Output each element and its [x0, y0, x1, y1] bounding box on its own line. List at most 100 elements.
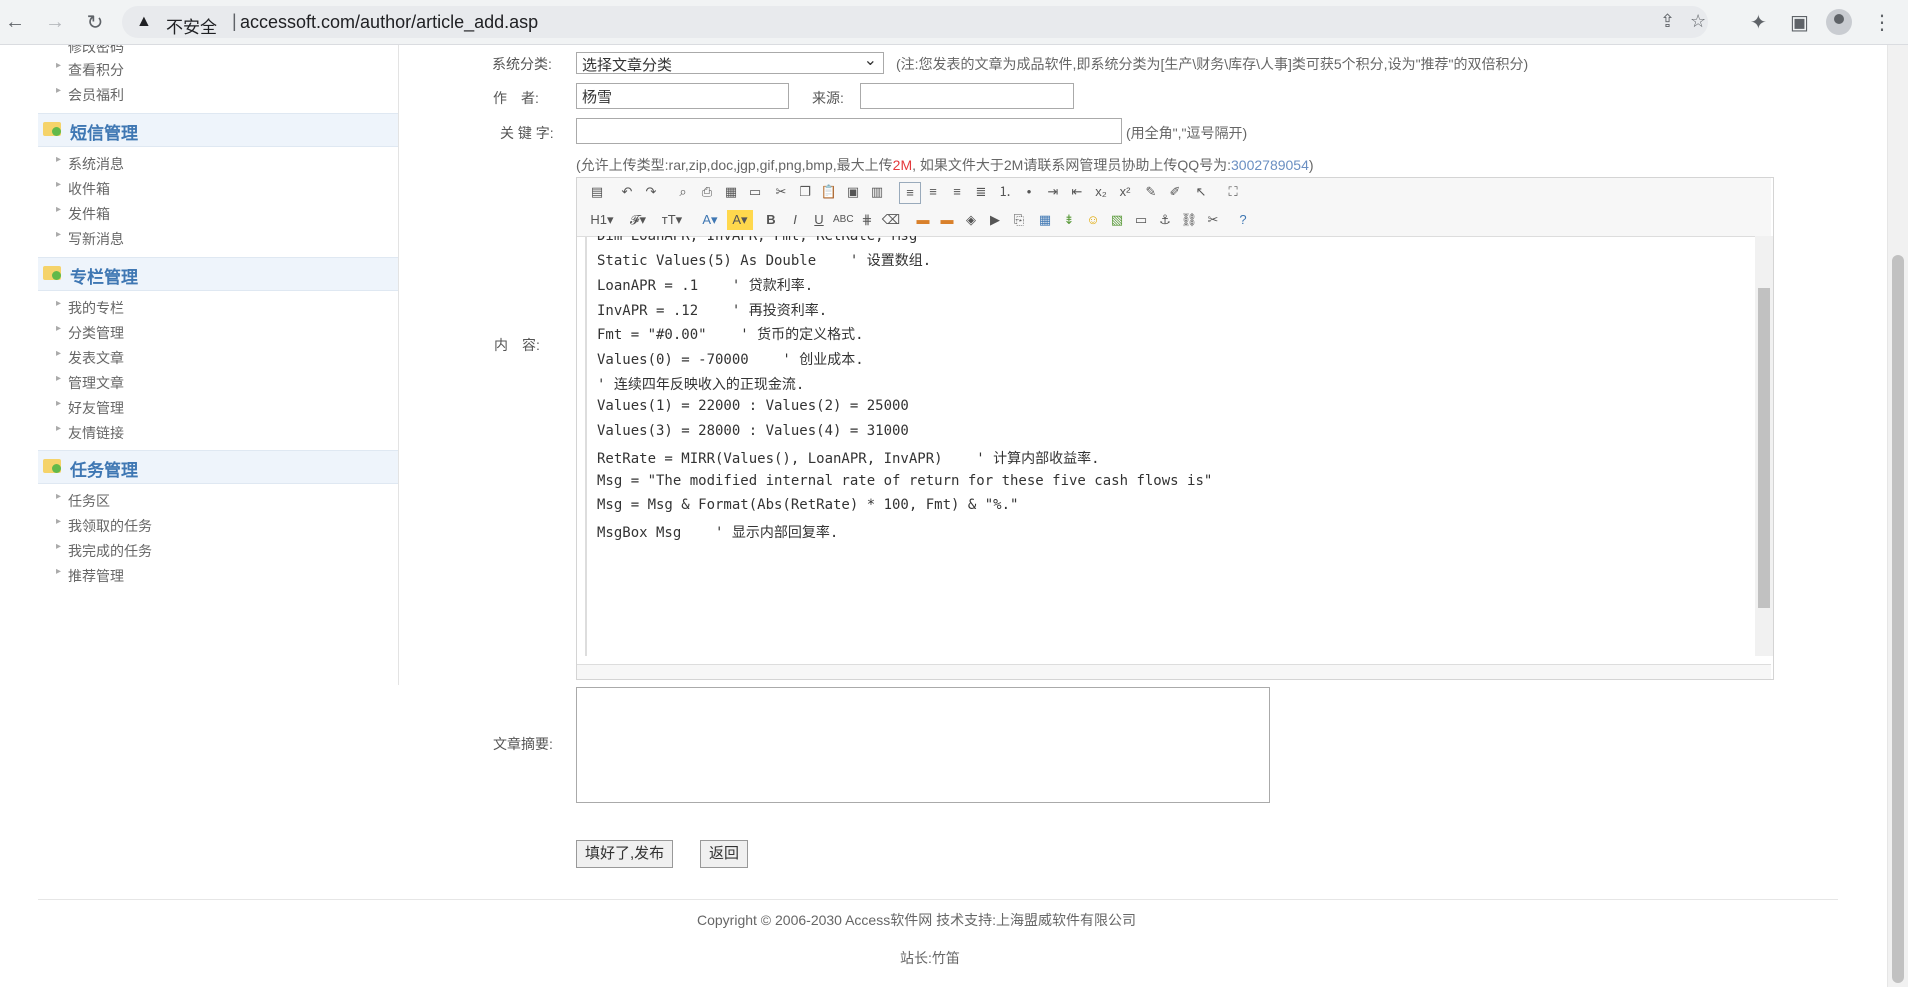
sidebar-item-recommend[interactable]: 推荐管理 — [56, 566, 124, 586]
code-icon[interactable]: ▭ — [745, 182, 765, 202]
sidebar-item-friends[interactable]: 好友管理 — [56, 398, 124, 418]
editor-resize-handle[interactable] — [577, 664, 1771, 679]
address-bar[interactable]: ▲ 不安全 | accessoft.com/author/article_add… — [122, 6, 1708, 38]
content-editor[interactable]: ▤ ↶ ↷ ⌕ ⎙ ▦ ▭ ✂ ❐ 📋 ▣ ▥ ≡ ≡ ≡ ≣ ⒈ • ⇥ ⇤ … — [576, 177, 1774, 680]
align-center-icon[interactable]: ≡ — [923, 182, 943, 202]
paste-text-icon[interactable]: ▣ — [843, 182, 863, 202]
sidebar-item-new-message[interactable]: 写新消息 — [56, 229, 124, 249]
justify-icon[interactable]: ≣ — [971, 182, 991, 202]
back-icon[interactable]: ← — [2, 9, 28, 35]
undo-icon[interactable]: ↶ — [617, 182, 637, 202]
line-height-icon[interactable]: ⋕ — [857, 210, 877, 230]
section-header-columns[interactable]: 专栏管理 — [38, 257, 398, 291]
warning-icon[interactable]: ▲ — [136, 13, 152, 31]
clear-format-icon[interactable]: ✎ — [1141, 182, 1161, 202]
share-icon[interactable]: ⇪ — [1660, 11, 1675, 32]
multi-image-icon[interactable]: ▬ — [937, 210, 957, 230]
sidebar-item-completed-tasks[interactable]: 我完成的任务 — [56, 541, 152, 561]
submit-button[interactable]: 填好了,发布 — [576, 840, 674, 868]
sidebar-item-my-column[interactable]: 我的专栏 — [56, 298, 124, 318]
sidebar-item-benefits[interactable]: 会员福利 — [56, 85, 124, 105]
sidebar-item-links[interactable]: 友情链接 — [56, 423, 124, 443]
editor-content[interactable]: Dim LoanAPR, InvAPR, Fmt, RetRate, Msg S… — [585, 236, 1747, 656]
paste-icon[interactable]: 📋 — [819, 182, 839, 202]
eraser-icon[interactable]: ⌫ — [881, 210, 901, 230]
security-label[interactable]: 不安全 — [166, 13, 217, 38]
forward-icon[interactable]: → — [42, 9, 68, 35]
table-icon[interactable]: ▦ — [1035, 210, 1055, 230]
menu-icon[interactable]: ⋮ — [1872, 10, 1892, 35]
reload-icon[interactable]: ↻ — [82, 9, 108, 35]
font-family-icon[interactable]: 𝓕▾ — [625, 210, 651, 230]
unlink-icon[interactable]: ✂ — [1203, 210, 1223, 230]
sidebar-item-change-password[interactable]: 修改密码 — [56, 45, 124, 57]
sidebar-item-manage-articles[interactable]: 管理文章 — [56, 373, 124, 393]
side-panel-icon[interactable]: ▣ — [1790, 10, 1809, 35]
page-scrollbar[interactable] — [1887, 45, 1908, 987]
cut-icon[interactable]: ✂ — [771, 182, 791, 202]
cursor-icon[interactable]: ↖ — [1191, 182, 1211, 202]
editor-scroll-thumb[interactable] — [1758, 288, 1770, 608]
sidebar-item-claimed-tasks[interactable]: 我领取的任务 — [56, 516, 152, 536]
align-right-icon[interactable]: ≡ — [947, 182, 967, 202]
heading-icon[interactable]: H1▾ — [587, 210, 617, 230]
gallery-icon[interactable]: ▧ — [1107, 210, 1127, 230]
italic-icon[interactable]: I — [785, 210, 805, 230]
font-color-icon[interactable]: A▾ — [697, 210, 723, 230]
author-input[interactable]: 杨雪 — [576, 83, 789, 109]
ordered-list-icon[interactable]: ⒈ — [995, 182, 1015, 202]
strikethrough-icon[interactable]: ABC — [833, 210, 854, 230]
font-size-icon[interactable]: тT▾ — [657, 210, 687, 230]
align-left-icon[interactable]: ≡ — [899, 182, 921, 204]
anchor-icon[interactable]: ⚓ — [1155, 210, 1175, 230]
section-header-tasks[interactable]: 任务管理 — [38, 450, 398, 484]
image-icon[interactable]: ▬ — [913, 210, 933, 230]
url-text[interactable]: accessoft.com/author/article_add.asp — [240, 12, 538, 33]
superscript-icon[interactable]: x² — [1115, 182, 1135, 202]
sidebar-item-points[interactable]: 查看积分 — [56, 60, 124, 80]
paste-word-icon[interactable]: ▥ — [867, 182, 887, 202]
print-icon[interactable]: ⎙ — [697, 182, 717, 202]
star-icon[interactable]: ☆ — [1690, 11, 1706, 32]
preview-icon[interactable]: ⌕ — [673, 182, 693, 202]
media-icon[interactable]: ▶ — [985, 210, 1005, 230]
sidebar-item-system-messages[interactable]: 系统消息 — [56, 154, 124, 174]
code-line: InvAPR = .12 ' 再投资利率. — [597, 303, 828, 319]
emoticon-icon[interactable]: ☺ — [1083, 210, 1103, 230]
link-icon[interactable]: ⛓ — [1179, 210, 1199, 230]
sidebar-item-inbox[interactable]: 收件箱 — [56, 179, 110, 199]
extensions-icon[interactable]: ✦ — [1750, 10, 1767, 35]
select-all-icon[interactable]: ✐ — [1165, 182, 1185, 202]
template-icon[interactable]: ▦ — [721, 182, 741, 202]
summary-textarea[interactable] — [576, 687, 1270, 803]
keywords-input[interactable] — [576, 118, 1122, 144]
profile-avatar[interactable] — [1826, 9, 1852, 35]
hr-icon[interactable]: ⇟ — [1059, 210, 1079, 230]
back-button[interactable]: 返回 — [700, 840, 749, 868]
copy-icon[interactable]: ❐ — [795, 182, 815, 202]
sidebar-item-outbox[interactable]: 发件箱 — [56, 204, 110, 224]
category-select[interactable]: 选择文章分类 — [576, 50, 884, 74]
redo-icon[interactable]: ↷ — [641, 182, 661, 202]
outdent-icon[interactable]: ⇤ — [1067, 182, 1087, 202]
bold-icon[interactable]: B — [761, 210, 781, 230]
fullscreen-icon[interactable]: ⛶ — [1223, 182, 1243, 202]
help-icon[interactable]: ? — [1233, 210, 1253, 230]
source-input[interactable] — [860, 83, 1074, 109]
subscript-icon[interactable]: x₂ — [1091, 182, 1111, 202]
highlight-icon[interactable]: A▾ — [727, 210, 753, 230]
source-icon[interactable]: ▤ — [587, 182, 607, 202]
unordered-list-icon[interactable]: • — [1019, 182, 1039, 202]
pagebreak-icon[interactable]: ▭ — [1131, 210, 1151, 230]
section-header-messages[interactable]: 短信管理 — [38, 113, 398, 147]
author-label: 作 者: — [493, 90, 539, 106]
sidebar-item-publish-article[interactable]: 发表文章 — [56, 348, 124, 368]
flash-icon[interactable]: ◈ — [961, 210, 981, 230]
attachment-icon[interactable]: ⎘ — [1009, 210, 1029, 230]
underline-icon[interactable]: U — [809, 210, 829, 230]
page-scroll-thumb[interactable] — [1892, 255, 1904, 983]
indent-icon[interactable]: ⇥ — [1043, 182, 1063, 202]
sidebar-item-categories[interactable]: 分类管理 — [56, 323, 124, 343]
sidebar-item-task-area[interactable]: 任务区 — [56, 491, 110, 511]
editor-scrollbar[interactable] — [1755, 236, 1773, 656]
